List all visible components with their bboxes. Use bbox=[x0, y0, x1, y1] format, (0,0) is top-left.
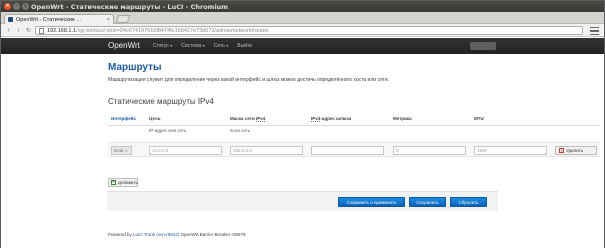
ipv4-abbr: IPv4 bbox=[255, 116, 266, 122]
subheader-target: IP-адрес или сеть bbox=[149, 128, 187, 133]
header-mtu: MTU bbox=[474, 116, 484, 121]
delete-route-button[interactable]: × Удалить bbox=[555, 146, 597, 155]
subheader-netmask: если сеть bbox=[230, 128, 251, 133]
metric-input[interactable]: 0 bbox=[393, 146, 466, 155]
tab-strip: OpenWrt - Статические ... × bbox=[1, 12, 604, 24]
browser-toolbar: ‹ › ↻ 192.168.1.1 /cgi-bin/luci/;stok=04… bbox=[1, 24, 604, 37]
tab-close-icon[interactable]: × bbox=[107, 17, 110, 23]
url-path: /cgi-bin/luci/;stok=04c674197616f8474fe1… bbox=[76, 27, 269, 34]
forward-arrow-icon[interactable]: › bbox=[14, 26, 23, 35]
add-icon: + bbox=[111, 179, 116, 185]
mtu-input[interactable]: 1500 bbox=[474, 146, 547, 155]
header-gateway: IPv4-адрес шлюза bbox=[311, 116, 352, 122]
interface-select[interactable]: local ▾ bbox=[111, 146, 132, 155]
maximize-window-button[interactable]: ▫ bbox=[22, 3, 29, 10]
page-info-icon[interactable] bbox=[39, 27, 44, 34]
ipv4-abbr: IPv4 bbox=[311, 116, 321, 122]
main-menu: Статус ▾ Система ▾ Сеть ▾ Выйти bbox=[153, 43, 252, 49]
window-titlebar[interactable]: × – ▫ OpenWrt - Статические маршруты - L… bbox=[1, 1, 604, 12]
target-input[interactable]: 10.0.0.0 bbox=[149, 146, 222, 155]
header-interface[interactable]: Интерфейс bbox=[111, 116, 136, 121]
close-window-button[interactable]: × bbox=[4, 3, 11, 10]
url-host: 192.168.1.1 bbox=[47, 27, 77, 34]
save-apply-button[interactable]: Сохранить и применить bbox=[338, 197, 405, 207]
chevron-down-icon: ▾ bbox=[226, 43, 229, 48]
header-metric: Метрика bbox=[393, 116, 412, 121]
minimize-window-button[interactable]: – bbox=[13, 3, 20, 10]
page-title: Маршруты bbox=[108, 62, 162, 73]
browser-tab-active[interactable]: OpenWrt - Статические ... × bbox=[4, 14, 114, 24]
chevron-down-icon: ▾ bbox=[202, 43, 205, 48]
new-tab-button[interactable] bbox=[115, 15, 131, 23]
chevron-down-icon: ▾ bbox=[170, 43, 173, 48]
netmask-input[interactable]: 255.0.0.0 bbox=[230, 146, 303, 155]
back-arrow-icon[interactable]: ‹ bbox=[4, 26, 13, 35]
table-header-row: Интерфейс Цель Маска сети IPv4 IPv4-адре… bbox=[108, 116, 605, 126]
main-panel: Маршруты Маршрутизация служит для опреде… bbox=[108, 62, 600, 187]
page-favicon-icon bbox=[8, 17, 13, 22]
reload-icon[interactable]: ↻ bbox=[24, 26, 33, 35]
menu-item-logout[interactable]: Выйти bbox=[237, 43, 252, 49]
browser-menu-icon[interactable] bbox=[590, 27, 599, 35]
delete-icon: × bbox=[559, 148, 564, 153]
form-actions-bar: Сохранить и применить Сохранить Сбросить bbox=[107, 191, 498, 211]
gateway-input[interactable] bbox=[311, 146, 384, 155]
save-button[interactable]: Сохранить bbox=[409, 197, 446, 207]
add-route-button[interactable]: + Добавить bbox=[108, 178, 138, 187]
header-target: Цель bbox=[149, 116, 161, 121]
brand-logo[interactable]: OpenWrt bbox=[108, 41, 140, 50]
browser-window: × – ▫ OpenWrt - Статические маршруты - L… bbox=[0, 0, 605, 248]
page-footer: Powered by LuCI Trunk (svn-r9844) OpenWr… bbox=[108, 232, 246, 237]
menu-item-network[interactable]: Сеть ▾ bbox=[214, 43, 229, 49]
table-row: local ▾ 10.0.0.0 255.0.0.0 0 1500 × Удал… bbox=[108, 142, 600, 157]
page-content: OpenWrt Статус ▾ Система ▾ Сеть ▾ Выйти … bbox=[1, 38, 604, 248]
reset-button[interactable]: Сбросить bbox=[450, 197, 487, 207]
menu-item-system[interactable]: Система ▾ bbox=[181, 43, 205, 49]
section-title: Статические маршруты IPv4 bbox=[108, 97, 214, 106]
address-bar[interactable]: 192.168.1.1 /cgi-bin/luci/;stok=04c67419… bbox=[35, 26, 583, 35]
header-netmask: Маска сети IPv4 bbox=[230, 116, 266, 122]
luci-navbar: OpenWrt Статус ▾ Система ▾ Сеть ▾ Выйти bbox=[1, 38, 604, 54]
table-subheader-row: IP-адрес или сеть если сеть bbox=[108, 126, 605, 136]
chevron-down-icon: ▾ bbox=[125, 148, 128, 153]
window-controls: × – ▫ bbox=[4, 3, 29, 10]
unsaved-changes-badge[interactable] bbox=[470, 42, 496, 50]
luci-version-link[interactable]: LuCI Trunk (svn-r9844) bbox=[133, 232, 179, 237]
menu-item-status[interactable]: Статус ▾ bbox=[153, 43, 172, 49]
routes-table: Интерфейс Цель Маска сети IPv4 IPv4-адре… bbox=[108, 116, 605, 157]
tab-title: OpenWrt - Статические ... bbox=[16, 16, 82, 23]
page-description: Маршрутизация служит для определения чер… bbox=[108, 77, 390, 83]
window-title: OpenWrt - Статические маршруты - LuCI - … bbox=[31, 2, 229, 11]
